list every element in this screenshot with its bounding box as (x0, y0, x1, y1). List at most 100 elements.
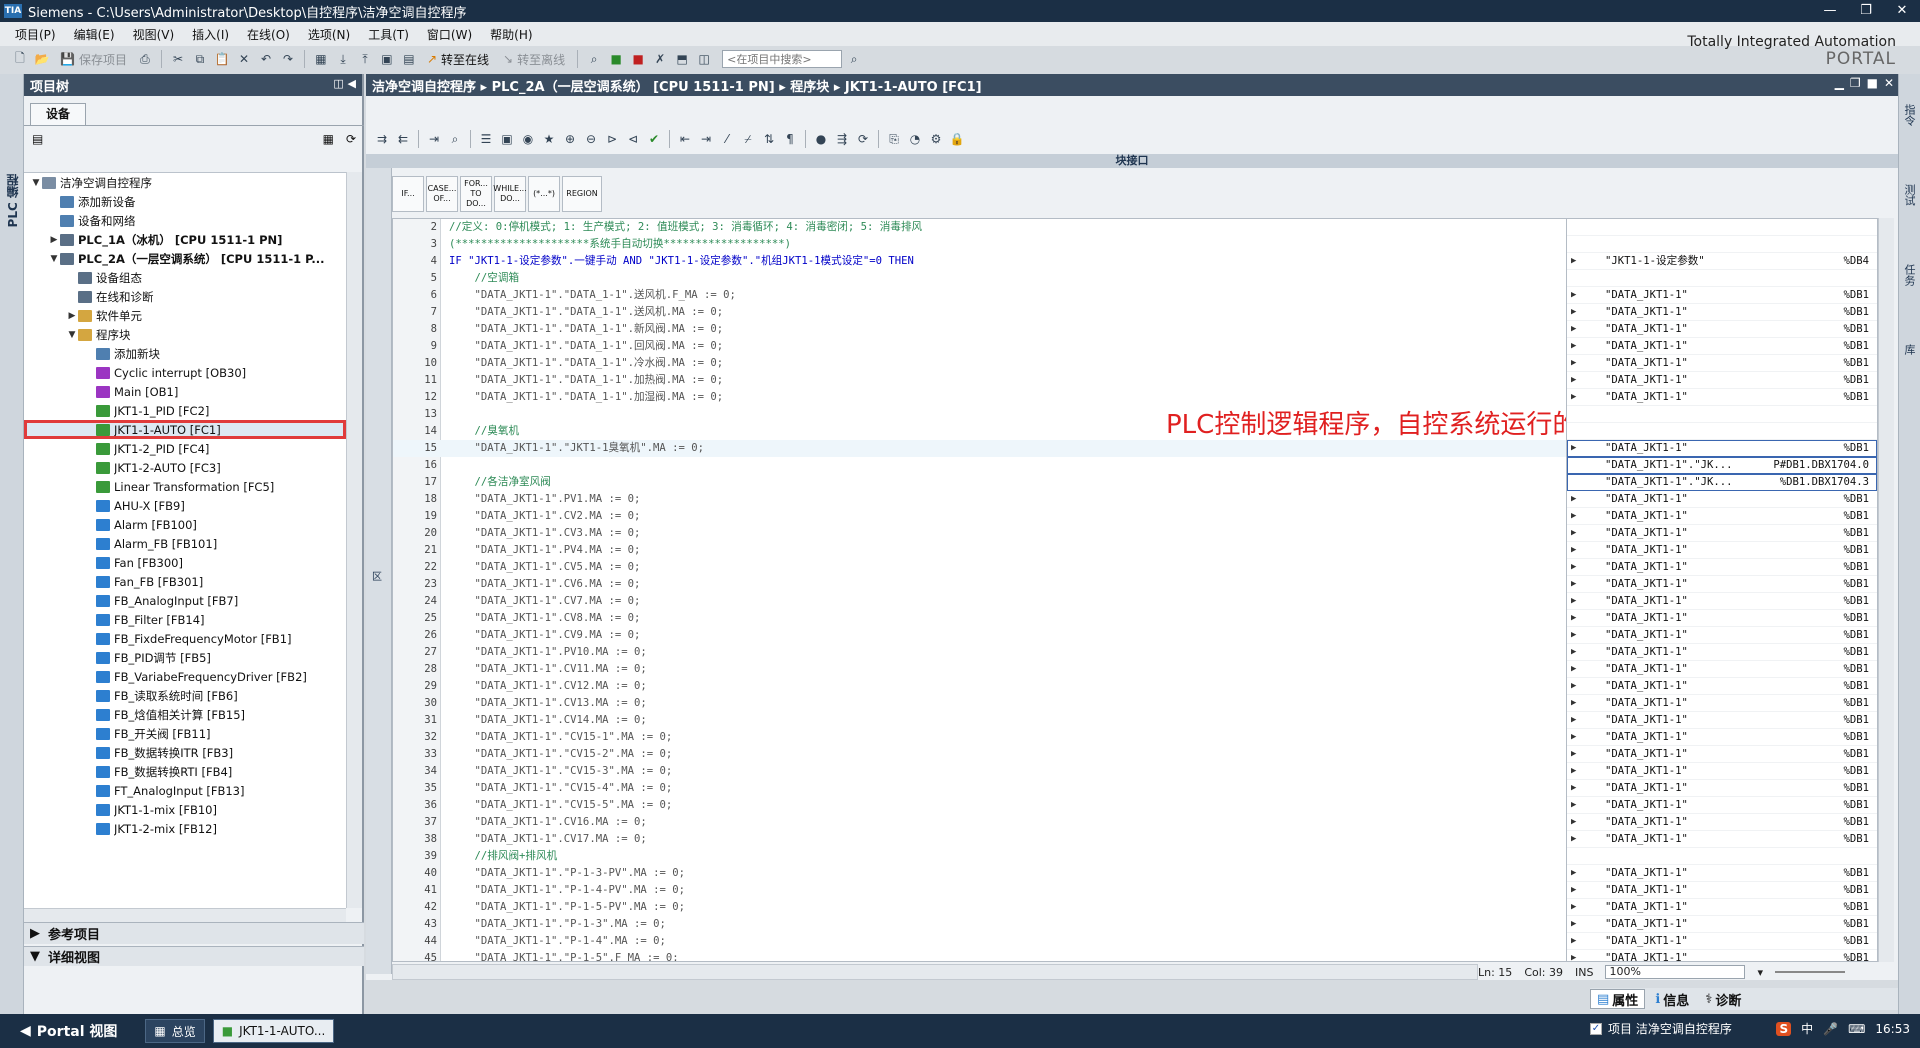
tree-item[interactable]: 设备和网络 (24, 211, 346, 230)
insert-for-button[interactable]: FOR... TO DO... (460, 176, 492, 212)
search-icon[interactable]: ⌕ (844, 49, 864, 69)
tasks-tab[interactable]: 任务 (1903, 264, 1917, 286)
xref-row[interactable]: ▶ "DATA_JKT1-1" %DB1 (1567, 746, 1877, 763)
tree-item[interactable]: JKT1-2-AUTO [FC3] (24, 458, 346, 477)
xref-row[interactable]: ▶ "DATA_JKT1-1" %DB1 (1567, 321, 1877, 338)
xref-expand-icon[interactable]: ▶ (1571, 695, 1576, 712)
xref-expand-icon[interactable]: ▶ (1571, 491, 1576, 508)
code-line[interactable]: 35 "DATA_JKT1-1"."CV15-4".MA := 0; (393, 780, 1591, 797)
xref-row[interactable]: ▶ "DATA_JKT1-1" %DB1 (1567, 950, 1877, 961)
tree-item[interactable]: JKT1-1-mix [FB10] (24, 800, 346, 819)
editor-restore-icon[interactable]: ❐ (1850, 76, 1861, 90)
project-search-input[interactable] (722, 50, 843, 68)
cut-icon[interactable]: ✂ (168, 49, 188, 69)
insert-comment-button[interactable]: (*...*) (528, 176, 560, 212)
tree-item[interactable]: AHU-X [FB9] (24, 496, 346, 515)
xref-expand-icon[interactable]: ▶ (1571, 627, 1576, 644)
code-line[interactable]: 3 (*********************系统手自动切换**********… (393, 236, 1591, 253)
undo-icon[interactable]: ↶ (256, 49, 276, 69)
xref-row[interactable]: "DATA_JKT1-1"."JK... P#DB1.DBX1704.0 (1567, 457, 1877, 474)
tree-item[interactable]: JKT1-2-mix [FB12] (24, 819, 346, 838)
compile-icon[interactable]: ▦ (311, 49, 331, 69)
code-line[interactable]: 15 "DATA_JKT1-1"."JKT1-1臭氧机".MA := 0; (393, 440, 1591, 457)
xref-row[interactable]: ▶ "DATA_JKT1-1" %DB1 (1567, 491, 1877, 508)
code-line[interactable]: 5 //空调箱 (393, 270, 1591, 287)
absolute-address-icon[interactable]: ▣ (497, 129, 517, 149)
upload-icon[interactable]: ⤒ (355, 49, 375, 69)
insert-region-button[interactable]: REGION (562, 176, 602, 212)
properties-tab[interactable]: ▤ 属性 (1590, 989, 1646, 1009)
code-line[interactable]: 6 "DATA_JKT1-1"."DATA_1-1".送风机.F_MA := 0… (393, 287, 1591, 304)
xref-row[interactable]: ▶ "DATA_JKT1-1" %DB1 (1567, 304, 1877, 321)
libraries-tab[interactable]: 库 (1903, 344, 1917, 355)
xref-row[interactable]: ▶ "DATA_JKT1-1" %DB1 (1567, 763, 1877, 780)
accessible-devices-icon[interactable]: ⌕ (584, 49, 604, 69)
xref-expand-icon[interactable]: ▶ (1571, 814, 1576, 831)
tree-item[interactable]: 添加新设备 (24, 192, 346, 211)
code-line[interactable]: 16 (393, 457, 1591, 474)
xref-expand-icon[interactable]: ▶ (1571, 321, 1576, 338)
tree-item[interactable]: FT_AnalogInput [FB13] (24, 781, 346, 800)
code-line[interactable]: 22 "DATA_JKT1-1".CV5.MA := 0; (393, 559, 1591, 576)
tree-item[interactable]: ▶ PLC_1A（冰机） [CPU 1511-1 PN] (24, 230, 346, 249)
tree-item[interactable]: ▶ 软件单元 (24, 306, 346, 325)
xref-expand-icon[interactable]: ▶ (1571, 542, 1576, 559)
bookmark-remove-icon[interactable]: ⊖ (581, 129, 601, 149)
microphone-icon[interactable]: 🎤 (1823, 1022, 1838, 1036)
xref-row[interactable]: ▶ "DATA_JKT1-1" %DB1 (1567, 559, 1877, 576)
menu-help[interactable]: 帮助(H) (481, 26, 541, 43)
detail-view-section[interactable]: ▼ 详细视图 (24, 946, 364, 966)
copy-icon[interactable]: ⧉ (190, 49, 210, 69)
xref-expand-icon[interactable]: ▶ (1571, 763, 1576, 780)
tree-vertical-scrollbar[interactable] (346, 172, 362, 908)
xref-expand-icon[interactable]: ▶ (1571, 576, 1576, 593)
devices-tab[interactable]: 设备 (30, 103, 86, 125)
xref-expand-icon[interactable]: ▶ (1571, 661, 1576, 678)
tree-item[interactable]: ▼ 程序块 (24, 325, 346, 344)
code-line[interactable]: 34 "DATA_JKT1-1"."CV15-3".MA := 0; (393, 763, 1591, 780)
breakpoint-icon[interactable]: ● (811, 129, 831, 149)
xref-expand-icon[interactable]: ▶ (1571, 610, 1576, 627)
paste-icon[interactable]: 📋 (212, 49, 232, 69)
xref-row[interactable]: ▶ "DATA_JKT1-1" %DB1 (1567, 287, 1877, 304)
code-line[interactable]: 23 "DATA_JKT1-1".CV6.MA := 0; (393, 576, 1591, 593)
editor-close-icon[interactable]: ✕ (1884, 76, 1894, 90)
xref-expand-icon[interactable]: ▶ (1571, 678, 1576, 695)
bookmark-next-icon[interactable]: ⊳ (602, 129, 622, 149)
instructions-tab[interactable]: 指令 (1903, 104, 1917, 126)
open-editor-tab[interactable]: ■ JKT1-1-AUTO... (212, 1019, 335, 1043)
xref-row[interactable] (1567, 236, 1877, 253)
xref-row[interactable]: ▶ "DATA_JKT1-1" %DB1 (1567, 831, 1877, 848)
code-line[interactable]: 39 //排风阀+排风机 (393, 848, 1591, 865)
zoom-dropdown-icon[interactable]: ▾ (1757, 966, 1763, 979)
code-line[interactable]: 32 "DATA_JKT1-1"."CV15-1".MA := 0; (393, 729, 1591, 746)
code-line[interactable]: 26 "DATA_JKT1-1".CV9.MA := 0; (393, 627, 1591, 644)
menu-online[interactable]: 在线(O) (238, 26, 299, 43)
menu-window[interactable]: 窗口(W) (418, 26, 481, 43)
code-line[interactable]: 20 "DATA_JKT1-1".CV3.MA := 0; (393, 525, 1591, 542)
tree-item[interactable]: FB_AnalogInput [FB7] (24, 591, 346, 610)
xref-expand-icon[interactable]: ▶ (1571, 508, 1576, 525)
reference-projects-section[interactable]: ▶ 参考项目 (24, 922, 364, 944)
tree-item[interactable]: FB_VariabeFrequencyDriver [FB2] (24, 667, 346, 686)
simulation-icon[interactable]: ▣ (377, 49, 397, 69)
tree-item[interactable]: FB_FixdeFrequencyMotor [FB1] (24, 629, 346, 648)
indent-icon[interactable]: ⇤ (675, 129, 695, 149)
print-icon[interactable]: ⎙ (135, 49, 155, 69)
collapse-panel-icon[interactable]: ◫ ◀ (333, 77, 356, 90)
code-line[interactable]: 33 "DATA_JKT1-1"."CV15-2".MA := 0; (393, 746, 1591, 763)
xref-expand-icon[interactable]: ▶ (1571, 355, 1576, 372)
plc-programming-tab[interactable]: PLC 编程 (4, 174, 21, 227)
xref-row[interactable]: ▶ "DATA_JKT1-1" %DB1 (1567, 814, 1877, 831)
xref-expand-icon[interactable]: ▶ (1571, 746, 1576, 763)
tree-item[interactable]: FB_读取系统时间 [FB6] (24, 686, 346, 705)
insert-network-icon[interactable]: ⇉ (372, 129, 392, 149)
breadcrumb-plc[interactable]: PLC_2A（一层空调系统） [CPU 1511-1 PN] (492, 80, 775, 95)
call-hierarchy-icon[interactable]: ⇶ (832, 129, 852, 149)
xref-row[interactable] (1567, 219, 1877, 236)
start-cpu-icon[interactable]: ■ (606, 49, 626, 69)
xref-row[interactable]: ▶ "DATA_JKT1-1" %DB1 (1567, 661, 1877, 678)
xref-row[interactable]: ▶ "DATA_JKT1-1" %DB1 (1567, 627, 1877, 644)
xref-row[interactable]: ▶ "DATA_JKT1-1" %DB1 (1567, 678, 1877, 695)
xref-expand-icon[interactable]: ▶ (1571, 593, 1576, 610)
